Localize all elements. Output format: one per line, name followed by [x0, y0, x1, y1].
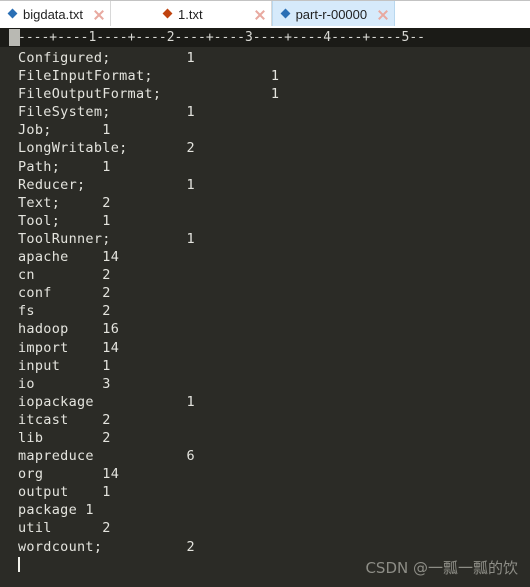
editor-area[interactable]: ----+----1----+----2----+----3----+----4… [0, 28, 530, 587]
file-diamond-blue-icon [281, 9, 292, 20]
tab-bar: bigdata.txt 1.txt part-r-00000 [0, 0, 530, 28]
editor-text: Configured; 1 FileInputFormat; 1 FileOut… [18, 50, 280, 555]
file-diamond-orange-icon [163, 9, 174, 20]
close-icon[interactable] [92, 8, 106, 22]
tab-part-r-00000[interactable]: part-r-00000 [271, 1, 396, 28]
watermark: CSDN @一瓢一瓢的饮 [365, 559, 518, 577]
ruler-scale: ----+----1----+----2----+----3----+----4… [18, 30, 425, 45]
column-ruler: ----+----1----+----2----+----3----+----4… [0, 28, 530, 47]
tab-label: bigdata.txt [23, 7, 83, 22]
file-diamond-blue-icon [8, 9, 19, 20]
tab-1-txt[interactable]: 1.txt [155, 1, 272, 28]
close-icon[interactable] [253, 8, 267, 22]
tab-label: part-r-00000 [295, 7, 368, 22]
editor-window: bigdata.txt 1.txt part-r-00000 ----+----… [0, 0, 530, 587]
tab-bar-spacer-1 [111, 1, 155, 28]
close-icon[interactable] [376, 8, 390, 22]
text-cursor [18, 556, 20, 572]
tab-bar-spacer-2 [395, 1, 530, 28]
tab-label: 1.txt [178, 7, 203, 22]
tab-bigdata-txt[interactable]: bigdata.txt [0, 1, 111, 28]
